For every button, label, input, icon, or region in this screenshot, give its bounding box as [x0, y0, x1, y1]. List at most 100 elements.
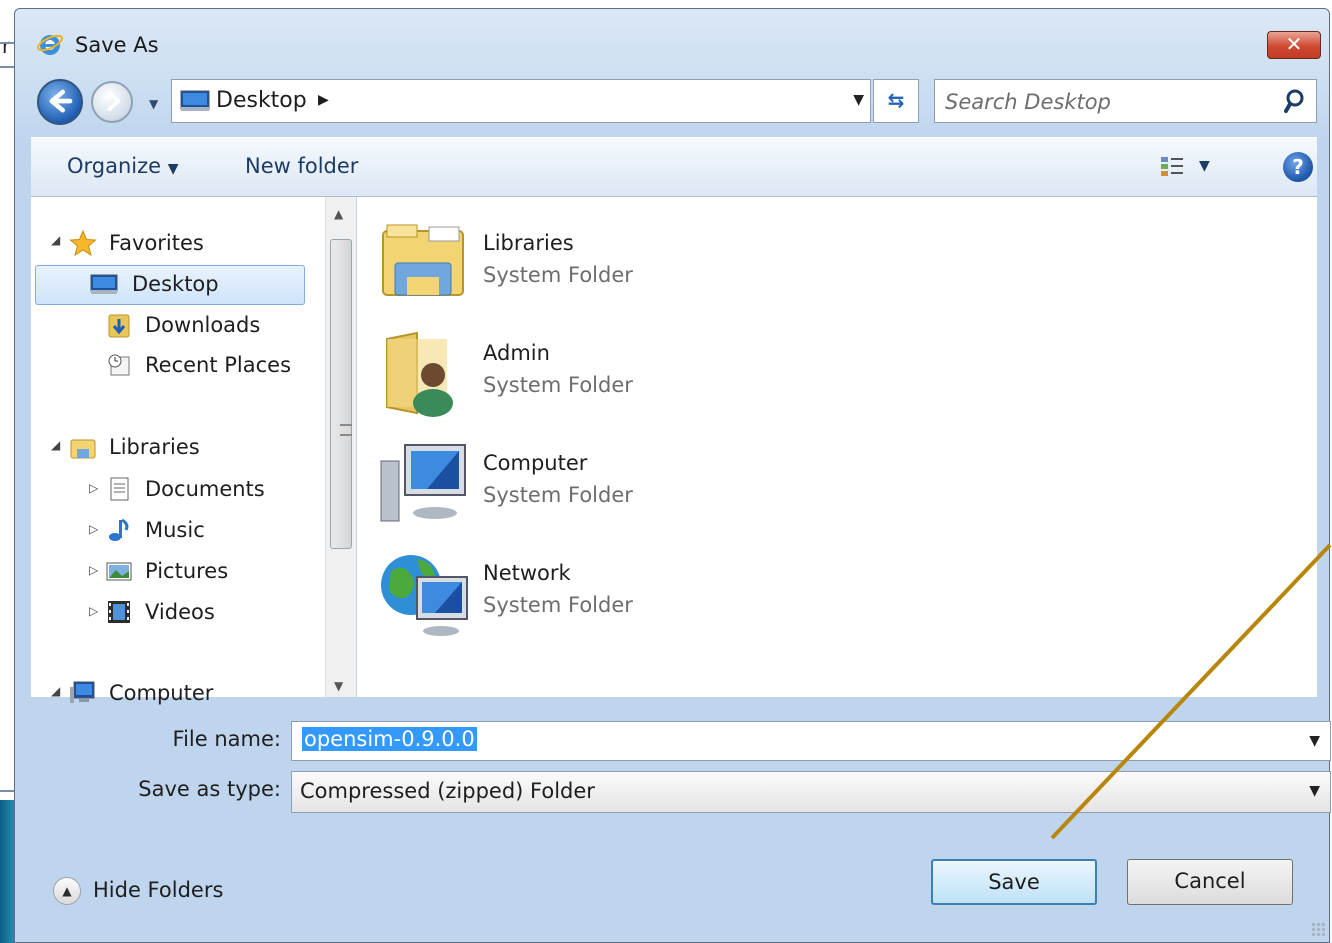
help-icon[interactable]: ?: [1283, 152, 1313, 182]
expand-triangle-icon[interactable]: ▷: [89, 522, 98, 536]
address-bar[interactable]: Desktop ▶ ▼: [171, 79, 871, 123]
save-as-type-select[interactable]: Compressed (zipped) Folder ▼: [291, 771, 1331, 813]
nav-desktop[interactable]: Desktop: [35, 265, 305, 305]
file-list: Libraries System Folder Admin System Fol…: [357, 197, 1317, 697]
nav-recent-places[interactable]: Recent Places: [105, 347, 325, 383]
save-as-type-dropdown-icon[interactable]: ▼: [1309, 783, 1320, 799]
collapse-triangle-icon[interactable]: ◢: [51, 684, 60, 698]
file-name: Computer: [483, 451, 588, 475]
scroll-grip: [340, 424, 352, 436]
file-type: System Folder: [483, 373, 633, 397]
file-item[interactable]: Libraries System Folder: [377, 215, 777, 315]
nav-label: Recent Places: [145, 353, 292, 377]
nav-label: Documents: [145, 477, 265, 501]
file-name: Libraries: [483, 231, 574, 255]
command-bar: Organize ▼ New folder ▼ ?: [31, 137, 1317, 197]
pictures-icon: [106, 562, 132, 581]
internet-explorer-icon: [37, 34, 63, 55]
nav-favorites[interactable]: Favorites: [69, 225, 269, 261]
organize-menu[interactable]: Organize ▼: [67, 154, 179, 178]
file-type: System Folder: [483, 483, 633, 507]
search-box[interactable]: [934, 79, 1317, 123]
title-bar: Save As ✕: [15, 9, 1329, 69]
navigation-scrollbar[interactable]: ▲ ▼: [325, 197, 356, 697]
expand-triangle-icon[interactable]: ▷: [89, 563, 98, 577]
file-item[interactable]: Admin System Folder: [377, 325, 777, 425]
music-note-icon: [109, 518, 129, 541]
address-dropdown-icon[interactable]: ▼: [853, 92, 864, 108]
documents-icon: [110, 477, 129, 501]
file-name-value[interactable]: opensim-0.9.0.0: [302, 727, 477, 751]
nav-label: Videos: [145, 600, 215, 624]
libraries-folder-icon: [382, 224, 464, 296]
computer-icon: [380, 444, 466, 522]
nav-libraries[interactable]: Libraries: [69, 429, 269, 465]
search-input[interactable]: [943, 86, 1267, 118]
file-type: System Folder: [483, 593, 633, 617]
save-as-dialog: Save As ✕ ▼ Desktop ▶ ▼ ⇆ Organize ▼ N: [14, 8, 1331, 943]
nav-label: Libraries: [109, 435, 200, 459]
forward-button[interactable]: [91, 81, 133, 123]
nav-label: Favorites: [109, 231, 204, 255]
back-button[interactable]: [37, 79, 83, 125]
chevron-down-icon: ▼: [167, 161, 179, 177]
nav-downloads[interactable]: Downloads: [105, 307, 305, 343]
expand-triangle-icon[interactable]: ▷: [89, 481, 98, 495]
file-name: Admin: [483, 341, 550, 365]
refresh-icon: ⇆: [887, 88, 905, 112]
scrollbar-thumb[interactable]: [330, 239, 352, 549]
change-view-icon[interactable]: [1159, 154, 1187, 180]
view-options-dropdown-icon[interactable]: ▼: [1199, 158, 1210, 174]
file-item[interactable]: Network System Folder: [377, 545, 777, 645]
videos-icon: [108, 601, 130, 623]
nav-label: Downloads: [145, 313, 261, 337]
file-name-label: File name:: [172, 727, 281, 751]
background-partial-text: r: [2, 34, 11, 58]
nav-label: Desktop: [132, 272, 219, 296]
network-icon: [381, 555, 468, 636]
recent-places-icon: [108, 354, 130, 376]
nav-label: Pictures: [145, 559, 229, 583]
file-name-field[interactable]: opensim-0.9.0.0 ▼: [291, 721, 1331, 761]
scroll-up-arrow-icon[interactable]: ▲: [334, 207, 343, 221]
libraries-icon: [70, 439, 96, 459]
close-icon: ✕: [1285, 32, 1303, 56]
star-icon: [69, 229, 97, 257]
cancel-button[interactable]: Cancel: [1127, 859, 1293, 905]
close-button[interactable]: ✕: [1267, 31, 1321, 59]
refresh-button[interactable]: ⇆: [873, 79, 919, 123]
downloads-folder-icon: [108, 314, 130, 338]
new-folder-button[interactable]: New folder: [245, 154, 358, 178]
save-as-type-value: Compressed (zipped) Folder: [300, 779, 595, 803]
collapse-triangle-icon[interactable]: ◢: [51, 233, 60, 247]
resize-grip-icon[interactable]: [1311, 922, 1325, 936]
save-as-type-label: Save as type:: [138, 777, 281, 801]
expand-triangle-icon[interactable]: ▷: [89, 604, 98, 618]
nav-music[interactable]: Music: [105, 512, 305, 548]
desktop-icon: [180, 90, 210, 111]
recent-locations-dropdown[interactable]: ▼: [149, 97, 158, 111]
file-item[interactable]: Computer System Folder: [377, 435, 777, 535]
chevron-up-icon: ▲: [53, 877, 81, 905]
file-type: System Folder: [483, 263, 633, 287]
navigation-pane: ◢ Favorites Desktop Downloads Recent Pla…: [31, 197, 325, 705]
back-arrow-icon: [49, 89, 73, 113]
file-name-dropdown-icon[interactable]: ▼: [1309, 733, 1320, 749]
search-icon[interactable]: [1284, 88, 1310, 114]
dialog-title: Save As: [75, 33, 159, 57]
save-button[interactable]: Save: [931, 859, 1097, 905]
desktop-icon: [90, 274, 118, 294]
scroll-down-arrow-icon[interactable]: ▼: [334, 679, 343, 693]
user-folder-icon: [386, 331, 453, 417]
hide-folders-label: Hide Folders: [93, 878, 224, 902]
forward-arrow-icon: [107, 91, 121, 112]
collapse-triangle-icon[interactable]: ◢: [51, 438, 60, 452]
file-name: Network: [483, 561, 571, 585]
organize-label: Organize: [67, 154, 162, 178]
nav-pictures[interactable]: Pictures: [105, 553, 305, 589]
nav-videos[interactable]: Videos: [105, 594, 305, 630]
save-options-area: File name: opensim-0.9.0.0 ▼ Save as typ…: [31, 697, 1331, 937]
address-location[interactable]: Desktop: [216, 88, 307, 113]
breadcrumb-chevron-icon[interactable]: ▶: [318, 92, 329, 108]
nav-documents[interactable]: Documents: [105, 471, 305, 507]
